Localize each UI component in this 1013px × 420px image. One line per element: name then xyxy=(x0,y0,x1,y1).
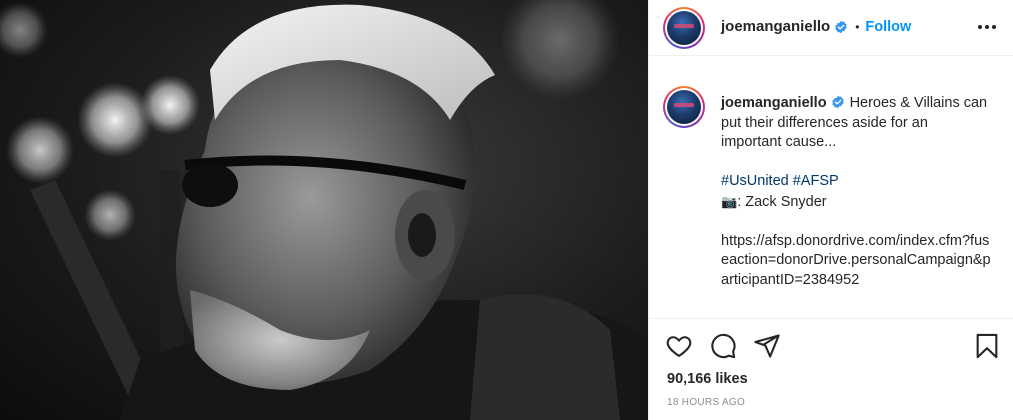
more-dot xyxy=(992,25,996,29)
post-timestamp[interactable]: 18 HOURS AGO xyxy=(667,397,745,408)
header-user-line: joemanganiello • Follow xyxy=(721,18,911,35)
more-dot xyxy=(985,25,989,29)
post-photo-illustration xyxy=(0,0,648,420)
avatar-frame xyxy=(665,88,703,126)
camera-icon: 📷 xyxy=(721,193,738,209)
comment-icon[interactable] xyxy=(709,332,737,360)
comments-area: joemanganiello Heroes & Villains can put… xyxy=(649,66,1013,318)
caption-gap xyxy=(721,153,991,173)
caption-credit: : Zack Snyder xyxy=(737,193,827,210)
follow-button[interactable]: Follow xyxy=(865,19,911,35)
header-username[interactable]: joemanganiello xyxy=(721,18,830,35)
avatar[interactable] xyxy=(663,7,705,49)
more-options-icon[interactable] xyxy=(975,17,999,37)
verified-badge-icon xyxy=(831,95,844,109)
likes-count[interactable]: 90,166 likes xyxy=(667,371,748,387)
avatar-image xyxy=(667,90,701,124)
post-sidebar: joemanganiello • Follow joemanganiello H… xyxy=(648,0,1013,420)
hashtag-usunited[interactable]: #UsUnited xyxy=(721,173,789,189)
caption-gap xyxy=(721,212,991,232)
caption-username[interactable]: joemanganiello xyxy=(721,95,827,111)
heart-icon[interactable] xyxy=(665,332,693,360)
post-caption: joemanganiello Heroes & Villains can put… xyxy=(721,94,991,290)
caption-intro: joemanganiello Heroes & Villains can put… xyxy=(721,94,991,153)
caption-avatar[interactable] xyxy=(663,86,705,128)
post-actions: 90,166 likes 18 HOURS AGO xyxy=(649,318,1013,420)
caption-credit-line: 📷: Zack Snyder xyxy=(721,192,991,213)
verified-badge-icon xyxy=(835,20,847,33)
hashtag-afsp[interactable]: #AFSP xyxy=(793,173,839,189)
post-photo[interactable] xyxy=(0,0,648,420)
bookmark-icon[interactable] xyxy=(973,332,1001,360)
header-separator: • xyxy=(855,19,860,34)
caption-url[interactable]: https://afsp.donordrive.com/index.cfm?fu… xyxy=(721,232,991,291)
more-dot xyxy=(978,25,982,29)
caption-hashtags: #UsUnited #AFSP xyxy=(721,172,991,192)
avatar-frame xyxy=(665,9,703,47)
share-icon[interactable] xyxy=(753,332,781,360)
avatar-image xyxy=(667,11,701,45)
post-header: joemanganiello • Follow xyxy=(649,0,1013,56)
